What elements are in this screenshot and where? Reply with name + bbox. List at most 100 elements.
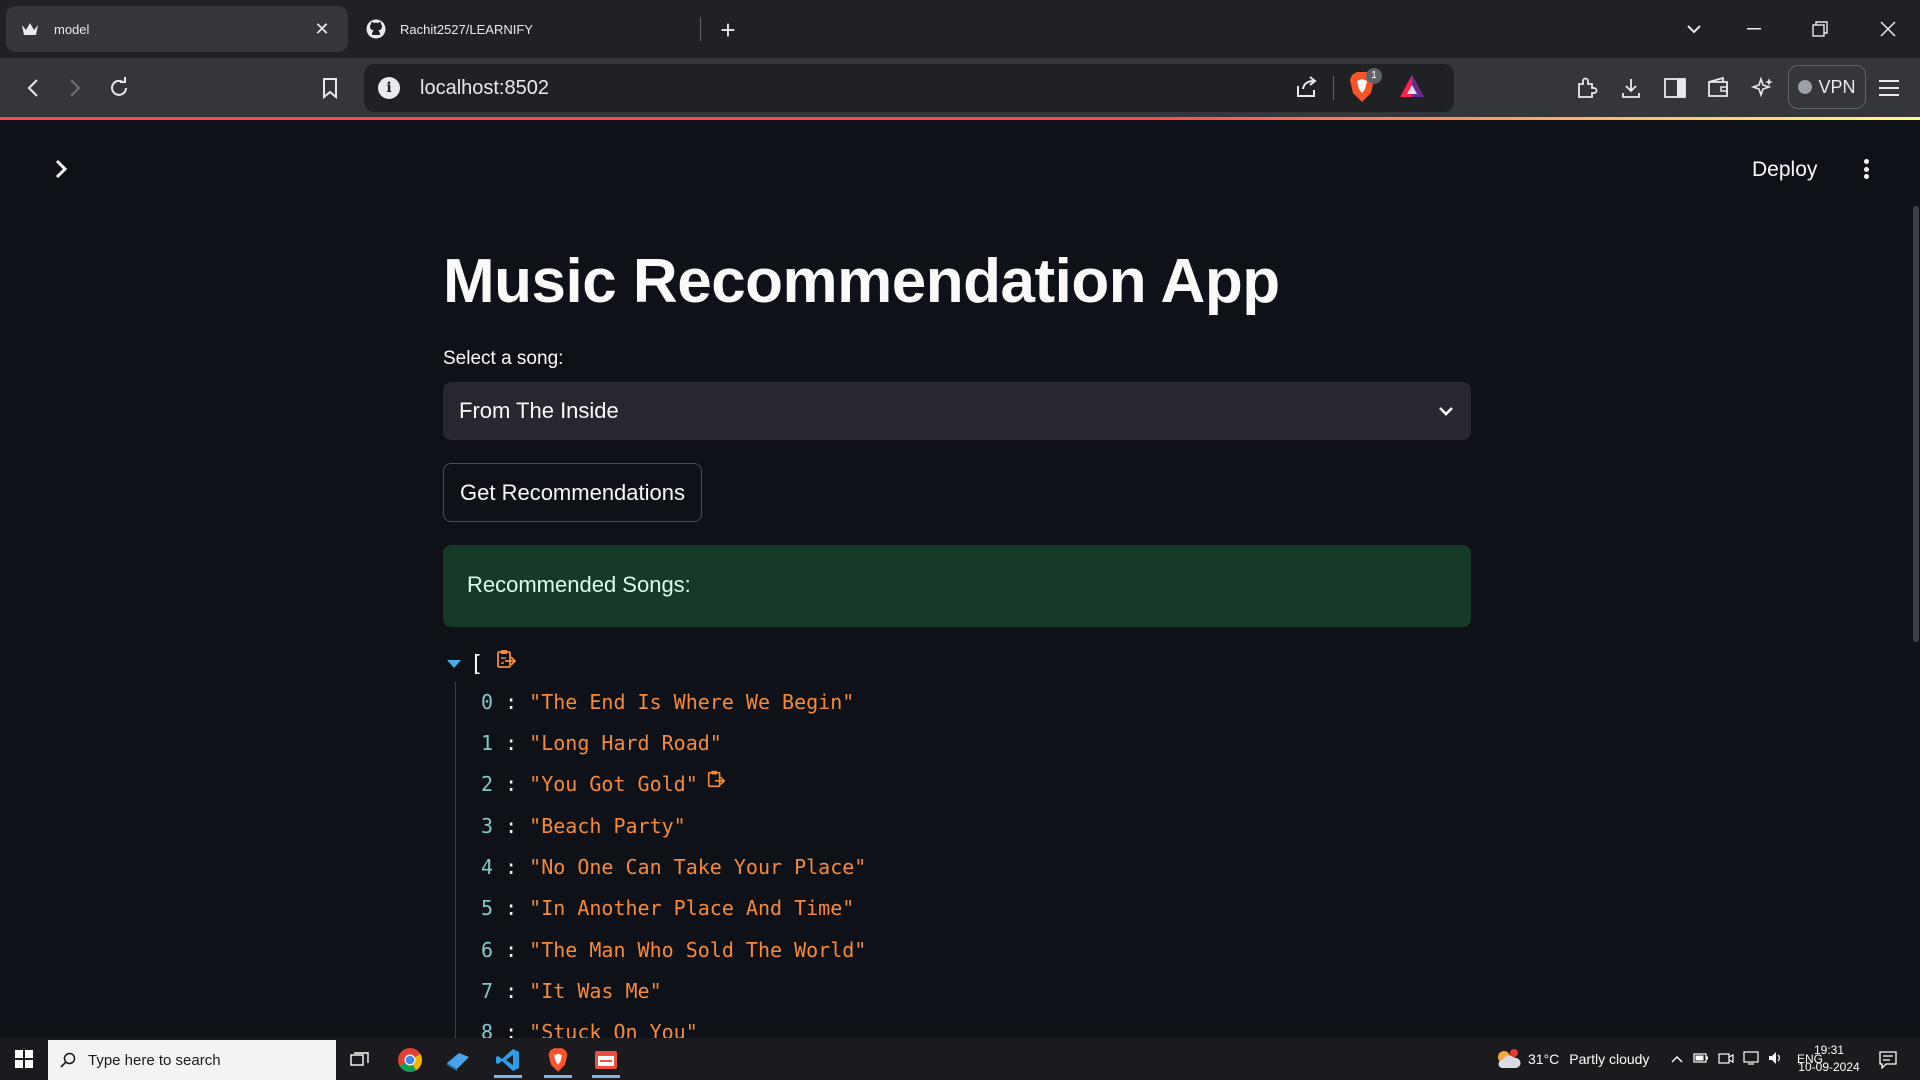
camera-icon[interactable]: [1718, 1051, 1734, 1068]
json-item: 3 : "Beach Party": [481, 814, 686, 844]
json-item: 7 : "It Was Me": [481, 979, 662, 1009]
clock-date: 10-09-2024: [1798, 1060, 1860, 1074]
json-item: 4 : "No One Can Take Your Place": [481, 855, 866, 885]
forward-arrow-icon[interactable]: [58, 71, 92, 105]
json-colon: :: [493, 896, 530, 920]
tab-search-chevron-icon[interactable]: [1674, 10, 1714, 48]
select-song-label: Select a song:: [443, 348, 564, 369]
close-tab-icon[interactable]: ✕: [310, 17, 334, 41]
json-index: 2: [481, 772, 494, 796]
tray-chevron-up-icon[interactable]: [1670, 1051, 1684, 1067]
bookmark-icon[interactable]: [313, 71, 347, 105]
copy-item-icon[interactable]: [706, 768, 726, 795]
json-index: 3: [481, 814, 494, 838]
browser-toolbar: i localhost:8502 1 VPN: [0, 58, 1920, 118]
deploy-button[interactable]: Deploy: [1752, 158, 1817, 182]
json-item: 0 : "The End Is Where We Begin": [481, 690, 854, 720]
json-string: "The End Is Where We Begin": [529, 690, 855, 714]
browser-tab-bar: model ✕ Rachit2527/LEARNIFY +: [0, 0, 1920, 58]
close-window-icon[interactable]: [1868, 10, 1908, 48]
json-colon: :: [493, 731, 530, 755]
json-colon: :: [493, 772, 530, 796]
reload-icon[interactable]: [102, 71, 136, 105]
site-info-icon[interactable]: i: [378, 77, 400, 99]
json-item: 6 : "The Man Who Sold The World": [481, 938, 866, 968]
sidebar-panel-icon[interactable]: [1658, 71, 1692, 105]
brave-rewards-triangle-icon[interactable]: [1398, 73, 1426, 104]
song-selectbox[interactable]: From The Inside: [443, 382, 1471, 440]
main-menu-kebab-icon[interactable]: [1855, 156, 1877, 182]
weather-widget[interactable]: 31°C Partly cloudy: [1494, 1038, 1649, 1080]
vpn-label: VPN: [1818, 76, 1856, 97]
weather-temp: 31°C: [1528, 1051, 1560, 1067]
shield-count-badge: 1: [1366, 68, 1382, 84]
json-string: "It Was Me": [529, 979, 662, 1003]
json-string: "Stuck On You": [529, 1020, 698, 1038]
copy-to-clipboard-icon[interactable]: [495, 648, 517, 675]
json-string: "No One Can Take Your Place": [529, 855, 867, 879]
json-index: 1: [481, 731, 494, 755]
json-colon: :: [493, 1020, 530, 1038]
address-bar-divider: [1333, 76, 1334, 100]
url-text[interactable]: localhost:8502: [420, 77, 549, 100]
json-index: 6: [481, 938, 494, 962]
weather-desc: Partly cloudy: [1569, 1051, 1650, 1067]
minimize-icon[interactable]: [1734, 10, 1774, 48]
leo-ai-sparkle-icon[interactable]: [1746, 71, 1780, 105]
windows-start-icon[interactable]: [0, 1038, 48, 1080]
hamburger-menu-icon[interactable]: [1872, 71, 1906, 105]
share-icon[interactable]: [1294, 74, 1320, 105]
page-title: Music Recommendation App: [443, 247, 1280, 316]
weather-cloud-icon: [1498, 1049, 1521, 1068]
windows-taskbar: Type here to search 31°C Partly cloudy E…: [0, 1038, 1920, 1080]
json-string: "In Another Place And Time": [529, 896, 855, 920]
json-item: 8 : "Stuck On You": [481, 1020, 698, 1038]
json-colon: :: [493, 814, 530, 838]
brave-browser-icon[interactable]: [536, 1042, 580, 1078]
json-open-bracket: [: [470, 652, 484, 677]
task-view-icon[interactable]: [338, 1042, 382, 1078]
json-string: "Long Hard Road": [529, 731, 722, 755]
scrollbar-thumb[interactable]: [1913, 206, 1919, 642]
network-icon[interactable]: [1743, 1050, 1759, 1068]
json-item: 1 : "Long Hard Road": [481, 731, 722, 761]
back-arrow-icon[interactable]: [16, 71, 50, 105]
tab-separator: [700, 17, 701, 41]
json-string: "The Man Who Sold The World": [529, 938, 867, 962]
json-index: 0: [481, 690, 494, 714]
success-message: Recommended Songs:: [467, 572, 691, 597]
taskbar-clock[interactable]: 19:31 10-09-2024: [1794, 1042, 1864, 1076]
json-colon: :: [493, 690, 530, 714]
json-colon: :: [493, 855, 530, 879]
chevron-down-icon[interactable]: [1437, 399, 1455, 428]
selected-song-value: From The Inside: [459, 398, 619, 423]
search-icon: [60, 1052, 76, 1068]
json-string: "Beach Party": [529, 814, 686, 838]
search-placeholder: Type here to search: [88, 1051, 221, 1069]
streamlit-crown-icon: [20, 19, 40, 39]
chrome-icon[interactable]: [388, 1042, 432, 1078]
wallet-icon[interactable]: [1702, 71, 1736, 105]
vpn-button[interactable]: VPN: [1788, 65, 1866, 109]
json-item: 5 : "In Another Place And Time": [481, 896, 854, 926]
address-bar[interactable]: i localhost:8502 1: [364, 64, 1454, 112]
speaker-icon[interactable]: [1768, 1051, 1784, 1068]
taskbar-search-input[interactable]: Type here to search: [48, 1040, 336, 1080]
collapse-caret-icon[interactable]: [447, 660, 461, 668]
extensions-puzzle-icon[interactable]: [1570, 71, 1604, 105]
json-index: 7: [481, 979, 494, 1003]
restore-icon[interactable]: [1800, 10, 1840, 48]
battery-icon[interactable]: [1693, 1051, 1709, 1067]
new-tab-plus-icon[interactable]: +: [712, 14, 744, 46]
tab-model[interactable]: model ✕: [6, 6, 348, 52]
notification-center-icon[interactable]: [1866, 1042, 1910, 1078]
download-icon[interactable]: [1614, 71, 1648, 105]
get-recommendations-button[interactable]: Get Recommendations: [443, 463, 702, 522]
tab-github[interactable]: Rachit2527/LEARNIFY: [352, 6, 700, 52]
file-app-icon[interactable]: [436, 1042, 480, 1078]
app-window-icon[interactable]: [584, 1042, 628, 1078]
json-item: 2 : "You Got Gold": [481, 770, 726, 802]
vscode-icon[interactable]: [486, 1042, 530, 1078]
expand-sidebar-chevron-icon[interactable]: [48, 156, 74, 182]
json-indent-guide: [455, 682, 456, 1038]
